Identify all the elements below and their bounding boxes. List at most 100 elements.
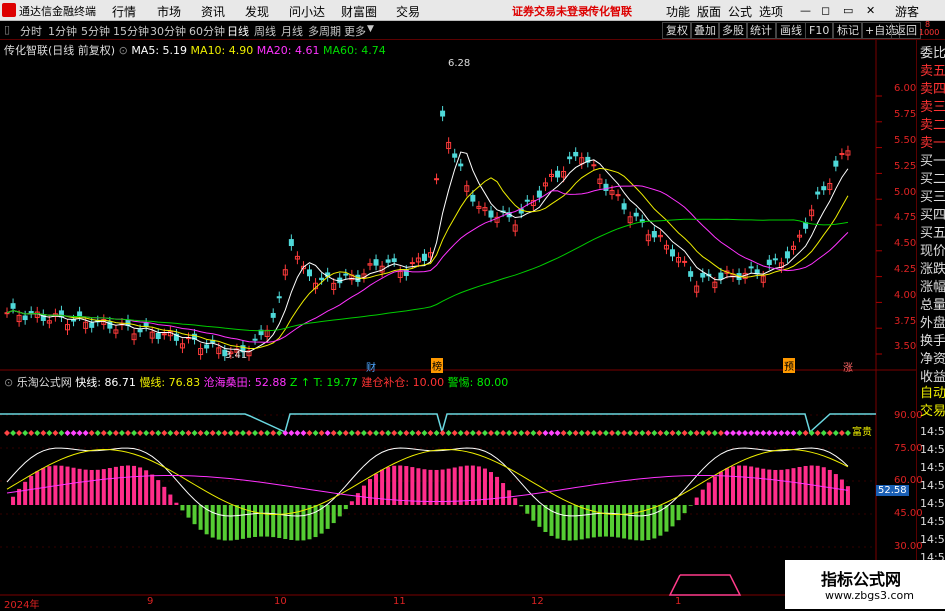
indicator-bar: [603, 505, 608, 537]
sub-info-icon[interactable]: ⊙: [4, 376, 17, 389]
signal-diamond: [354, 430, 361, 436]
quote-side-panel: 委比 卖五 卖四 卖三 卖二 卖一 买一 买二 买三 买四 买五 现价 涨跌 涨…: [916, 40, 945, 609]
menu-function[interactable]: 功能: [666, 3, 690, 20]
tool-draw-button[interactable]: 画线: [776, 22, 806, 39]
signal-diamond: [475, 430, 482, 436]
period-tab[interactable]: 多周期: [308, 23, 341, 39]
period-tab[interactable]: 5分钟: [81, 23, 110, 39]
indicator-bar: [531, 505, 536, 521]
menu-layout[interactable]: 版面: [697, 3, 721, 20]
indicator-bar: [265, 505, 270, 537]
indicator-bar: [113, 466, 118, 505]
candle-body: [766, 259, 772, 266]
build-label: 建仓补仓:: [361, 376, 410, 389]
tool-f10-button[interactable]: F10: [805, 22, 834, 39]
rise-marker[interactable]: 涨: [843, 359, 853, 374]
indicator-bar: [222, 505, 227, 541]
rank-marker[interactable]: 榜: [431, 358, 443, 373]
menu-market[interactable]: 市场: [157, 3, 181, 20]
candle-body: [4, 312, 10, 315]
period-tab[interactable]: 1分钟: [48, 23, 77, 39]
signal-diamond: [675, 430, 682, 436]
candle-body: [784, 251, 790, 259]
panel-label: 净资: [920, 352, 945, 367]
indicator-bar: [501, 483, 506, 505]
tool-back-button[interactable]: 返回: [891, 22, 921, 39]
chevron-down-icon[interactable]: ▼: [367, 24, 374, 34]
indicator-bar: [476, 466, 481, 505]
menu-wealth[interactable]: 财富圈: [341, 3, 377, 20]
forecast-marker[interactable]: 预: [783, 358, 795, 373]
candle-body: [155, 332, 161, 339]
indicator-bar: [89, 469, 94, 505]
period-tab[interactable]: 周线: [254, 23, 276, 39]
menu-discover[interactable]: 发现: [245, 3, 269, 20]
candle-body: [524, 199, 530, 202]
indicator-bar: [138, 467, 143, 505]
auto-trade-label[interactable]: 自动: [920, 386, 945, 402]
indicator-bar: [168, 494, 173, 505]
indicator-bar: [731, 466, 735, 505]
signal-diamond: [118, 430, 125, 436]
signal-diamond: [300, 430, 307, 436]
watermark: 指标公式网 www.zbgs3.com: [785, 560, 945, 609]
menu-ask[interactable]: 问小达: [289, 3, 325, 20]
tool-multi-button[interactable]: 多股: [718, 22, 748, 39]
panel-label: 委比: [920, 46, 945, 61]
signal-diamond: [179, 430, 186, 436]
menu-options[interactable]: 选项: [759, 3, 783, 20]
alert-label: 警惕:: [447, 376, 474, 389]
annotation-label: 富贵: [852, 427, 872, 438]
menu-trade[interactable]: 交易: [396, 3, 420, 20]
minimize-icon[interactable]: —: [800, 4, 811, 17]
toggle-icon[interactable]: ▯: [4, 23, 10, 36]
corner-info: 8 1000: [919, 21, 939, 37]
x-tick: 11: [393, 596, 406, 607]
period-tab-more[interactable]: 更多: [344, 23, 366, 39]
finance-marker[interactable]: 财: [366, 359, 376, 374]
tool-overlay-button[interactable]: 叠加: [690, 22, 720, 39]
indicator-bar: [271, 505, 276, 538]
watermark-url: www.zbgs3.com: [825, 589, 914, 602]
signal-diamond: [730, 430, 736, 436]
candle-body: [385, 259, 391, 263]
signal-diamond: [330, 430, 337, 436]
tool-stat-button[interactable]: 统计: [746, 22, 776, 39]
app-title: 通达信金融终端: [19, 5, 96, 18]
guest-label[interactable]: 游客: [895, 3, 919, 20]
period-tab-active[interactable]: 日线: [227, 23, 249, 39]
signal-diamond: [233, 430, 240, 436]
auto-trade-label[interactable]: 交易: [920, 404, 945, 420]
chart-canvas[interactable]: [0, 40, 916, 609]
panel-label: 涨幅: [920, 280, 945, 295]
period-tab[interactable]: 60分钟: [189, 23, 225, 39]
menu-formula[interactable]: 公式: [728, 3, 752, 20]
candle-body: [409, 262, 415, 265]
indicator-bar: [452, 467, 457, 505]
period-tab[interactable]: 15分钟: [113, 23, 149, 39]
slow-line-value: 76.83: [168, 376, 201, 389]
panel-label: 收益: [920, 370, 945, 385]
signal-diamond: [324, 430, 331, 436]
signal-diamond: [784, 430, 791, 436]
candle-body: [633, 212, 639, 217]
menu-quotes[interactable]: 行情: [112, 3, 136, 20]
indicator-bar: [71, 467, 76, 505]
restore-icon[interactable]: ◻: [821, 4, 830, 17]
signal-diamond: [336, 430, 343, 436]
signal-diamond: [760, 430, 767, 436]
period-tab[interactable]: 分时: [20, 23, 42, 39]
period-tab[interactable]: 30分钟: [150, 23, 186, 39]
menu-news[interactable]: 资讯: [201, 3, 225, 20]
indicator-bar: [779, 469, 784, 505]
tool-adjust-button[interactable]: 复权: [662, 22, 692, 39]
indicator-bar: [597, 505, 602, 537]
fullscreen-icon[interactable]: ▭: [843, 4, 853, 17]
period-tab[interactable]: 月线: [281, 23, 303, 39]
indicator-bar: [628, 505, 633, 540]
tool-mark-button[interactable]: 标记: [833, 22, 863, 39]
panel-label: 涨跌: [920, 262, 945, 277]
login-warning[interactable]: 证券交易未登录: [512, 3, 589, 19]
signal-diamond: [651, 430, 658, 436]
close-icon[interactable]: ✕: [866, 4, 875, 17]
